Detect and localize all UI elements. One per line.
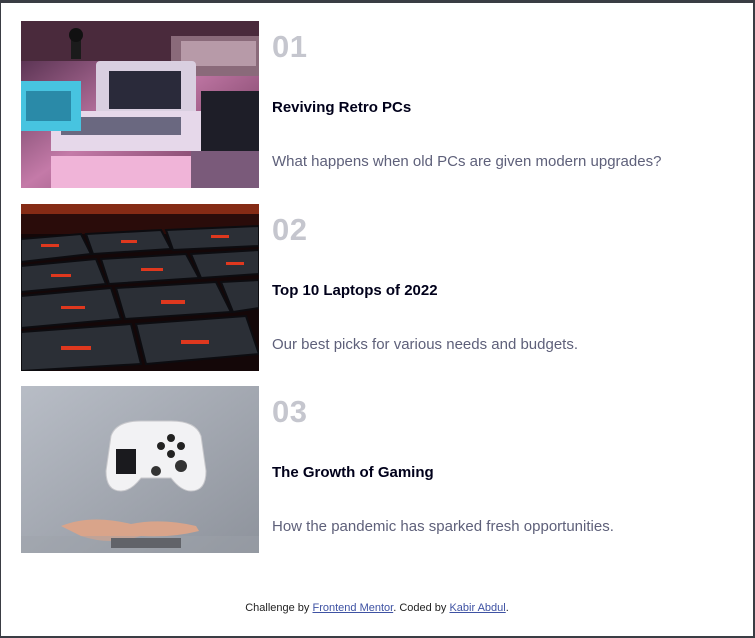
attribution-prefix: Challenge by: [245, 602, 310, 614]
laptop-keyboard-image: [21, 204, 259, 371]
article-description: How the pandemic has sparked fresh oppor…: [272, 518, 614, 535]
article-item[interactable]: 01 Reviving Retro PCs What happens when …: [21, 21, 741, 188]
article-thumbnail-laptops[interactable]: [21, 204, 259, 371]
articles-panel: 01 Reviving Retro PCs What happens when …: [1, 3, 753, 636]
article-title[interactable]: The Growth of Gaming: [272, 464, 434, 481]
article-description: Our best picks for various needs and bud…: [272, 336, 579, 353]
attribution-suffix: .: [505, 602, 509, 614]
window-frame: 01 Reviving Retro PCs What happens when …: [0, 0, 755, 638]
article-thumbnail-gaming[interactable]: [21, 386, 259, 553]
article-thumbnail-retro-pcs[interactable]: [21, 21, 259, 188]
article-title[interactable]: Top 10 Laptops of 2022: [272, 282, 438, 299]
frontend-mentor-link[interactable]: Frontend Mentor: [312, 602, 393, 614]
retro-pcs-image: [21, 21, 259, 188]
article-description: What happens when old PCs are given mode…: [272, 153, 662, 170]
attribution: Challenge by Frontend Mentor. Coded by K…: [1, 602, 753, 614]
author-link[interactable]: Kabir Abdul: [449, 602, 505, 614]
article-number: 01: [272, 29, 308, 64]
article-number: 02: [272, 212, 308, 247]
attribution-middle: . Coded by: [393, 602, 447, 614]
game-controller-image: [21, 386, 259, 553]
article-item[interactable]: 03 The Growth of Gaming How the pandemic…: [21, 386, 741, 553]
article-title[interactable]: Reviving Retro PCs: [272, 99, 411, 116]
article-number: 03: [272, 394, 308, 429]
article-item[interactable]: 02 Top 10 Laptops of 2022 Our best picks…: [21, 204, 741, 371]
